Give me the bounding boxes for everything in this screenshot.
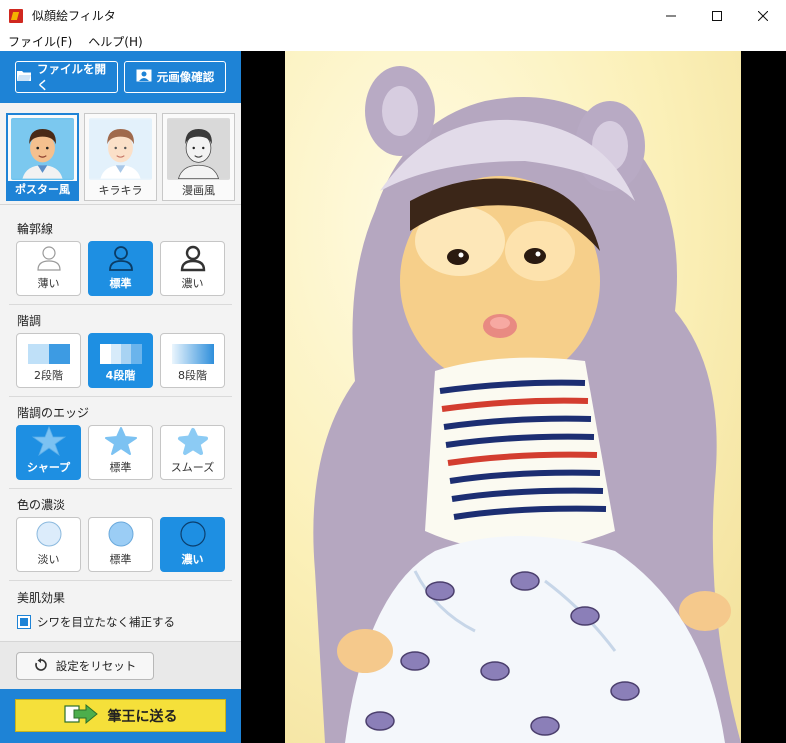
preset-manga-label: 漫画風	[182, 184, 215, 197]
person-icon	[36, 246, 61, 271]
send-label: 筆王に送る	[107, 708, 178, 725]
color-section-title: 色の濃淡	[17, 498, 66, 512]
circle-dark-icon	[179, 521, 206, 547]
circle-light-icon	[36, 521, 61, 547]
gradation-4-option[interactable]: 4段階	[88, 333, 153, 388]
send-arrow-icon	[63, 703, 98, 729]
gradation-4-label: 4段階	[105, 369, 136, 382]
circle-icon	[108, 521, 133, 547]
gradation-8-option[interactable]: 8段階	[160, 333, 225, 388]
gradient-8-icon	[171, 344, 214, 364]
edge-standard-label: 標準	[109, 461, 132, 474]
send-to-fudeo-button[interactable]: 筆王に送る	[15, 699, 226, 732]
reset-icon	[34, 657, 48, 675]
app-icon	[9, 8, 23, 23]
reset-area: 設定をリセット	[0, 641, 241, 689]
wrinkle-correction-row[interactable]: シワを目立たなく補正する	[17, 614, 175, 630]
preset-poster-label: ポスター風	[8, 181, 77, 199]
folder-open-icon	[16, 69, 32, 85]
reset-label: 設定をリセット	[55, 659, 137, 673]
view-original-button[interactable]: 元画像確認	[124, 61, 226, 93]
close-button[interactable]	[740, 0, 786, 31]
outline-thick-label: 濃い	[181, 277, 204, 290]
view-original-label: 元画像確認	[156, 70, 215, 84]
preset-poster-thumbnail	[11, 118, 74, 180]
color-light-option[interactable]: 淡い	[16, 517, 81, 572]
preset-kirakira[interactable]: キラキラ	[84, 113, 157, 201]
settings-panel: ファイルを開く 元画像確認 ポスター風 キラキラ 漫画風 輪郭線 薄い 標準 濃…	[0, 51, 241, 743]
edge-section-title: 階調のエッジ	[17, 406, 90, 420]
menu-bar: ファイル(F) ヘルプ(H)	[0, 31, 786, 51]
window-title: 似顔絵フィルタ	[32, 9, 116, 23]
preset-manga-thumbnail	[167, 118, 230, 180]
close-icon	[758, 10, 768, 21]
filtered-photo	[285, 51, 741, 743]
color-standard-label: 標準	[109, 553, 132, 566]
divider	[9, 304, 232, 305]
image-icon	[136, 69, 152, 85]
gradation-2-label: 2段階	[34, 369, 63, 382]
minimize-icon	[666, 15, 676, 16]
person-icon	[180, 245, 205, 272]
skin-section-title: 美肌効果	[17, 591, 66, 605]
edge-smooth-option[interactable]: スムーズ	[160, 425, 225, 480]
divider	[9, 488, 232, 489]
send-area: 筆王に送る	[0, 689, 241, 743]
wrinkle-correction-label: シワを目立たなく補正する	[37, 615, 175, 629]
person-icon	[108, 246, 133, 271]
outline-thick-option[interactable]: 濃い	[160, 241, 225, 296]
star-sharp-icon	[31, 426, 66, 456]
outline-thin-option[interactable]: 薄い	[16, 241, 81, 296]
star-smooth-icon	[177, 428, 208, 455]
outline-standard-option[interactable]: 標準	[88, 241, 153, 296]
preset-kirakira-thumbnail	[89, 118, 152, 180]
edge-standard-option[interactable]: 標準	[88, 425, 153, 480]
edge-smooth-label: スムーズ	[170, 461, 215, 474]
gradation-section-title: 階調	[17, 314, 42, 328]
outline-standard-label: 標準	[109, 277, 132, 290]
maximize-button[interactable]	[694, 0, 740, 31]
title-bar: 似顔絵フィルタ	[0, 0, 786, 31]
window-controls	[648, 0, 786, 31]
edge-sharp-label: シャープ	[26, 461, 71, 474]
preset-kirakira-label: キラキラ	[98, 184, 143, 197]
style-presets: ポスター風 キラキラ 漫画風	[0, 103, 241, 205]
wrinkle-correction-checkbox[interactable]	[17, 615, 31, 629]
maximize-icon	[712, 10, 722, 21]
menu-help[interactable]: ヘルプ(H)	[80, 33, 150, 50]
color-dark-option[interactable]: 濃い	[160, 517, 225, 572]
outline-thin-label: 薄い	[37, 277, 60, 290]
divider	[9, 580, 232, 581]
open-file-button[interactable]: ファイルを開く	[15, 61, 118, 93]
minimize-button[interactable]	[648, 0, 694, 31]
preset-poster[interactable]: ポスター風	[6, 113, 79, 201]
outline-section-title: 輪郭線	[17, 222, 54, 236]
reset-button[interactable]: 設定をリセット	[16, 652, 154, 680]
color-standard-option[interactable]: 標準	[88, 517, 153, 572]
image-preview-area	[241, 51, 786, 743]
star-icon	[104, 427, 137, 455]
gradient-2-icon	[27, 344, 70, 364]
color-light-label: 淡い	[37, 553, 60, 566]
gradation-8-label: 8段階	[178, 369, 207, 382]
menu-file[interactable]: ファイル(F)	[0, 33, 80, 50]
edge-sharp-option[interactable]: シャープ	[16, 425, 81, 480]
gradient-4-icon	[99, 344, 142, 364]
open-file-label: ファイルを開く	[37, 62, 106, 92]
color-dark-label: 濃い	[181, 553, 204, 566]
divider	[9, 396, 232, 397]
gradation-2-option[interactable]: 2段階	[16, 333, 81, 388]
preset-manga[interactable]: 漫画風	[162, 113, 235, 201]
toolbar: ファイルを開く 元画像確認	[0, 51, 241, 103]
